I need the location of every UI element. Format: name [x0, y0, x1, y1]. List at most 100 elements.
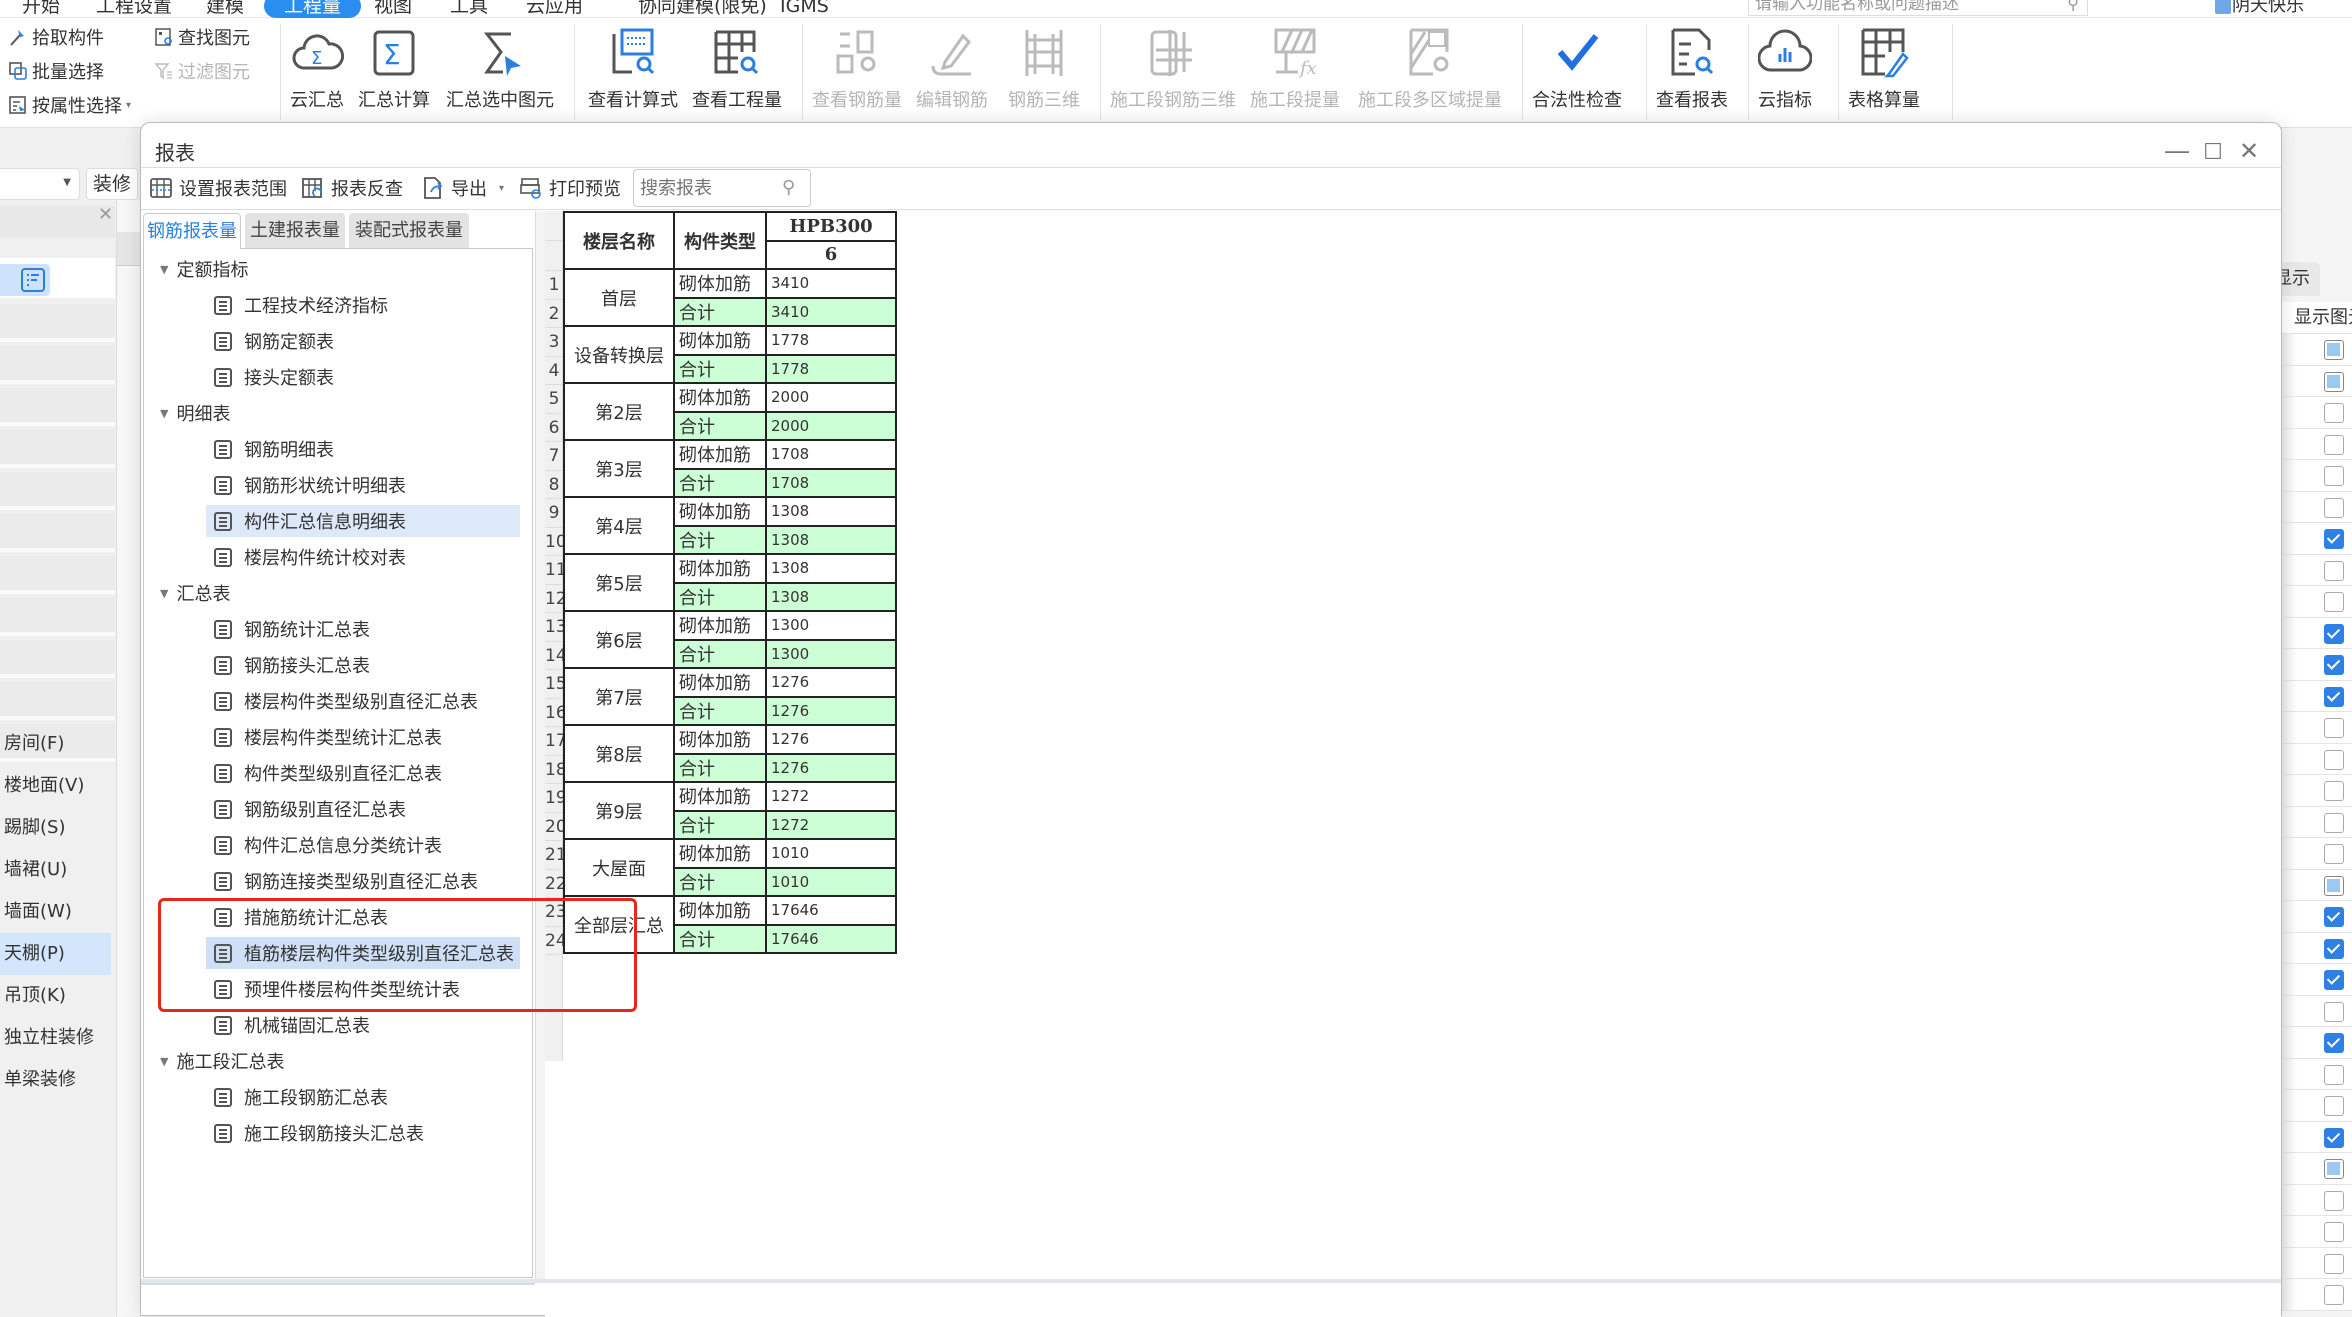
- quantity-cell[interactable]: 1272: [765, 781, 897, 812]
- row-number[interactable]: 5: [545, 385, 563, 414]
- floor-name-cell[interactable]: 首层: [563, 268, 675, 327]
- rebar-3d-button[interactable]: 钢筋三维: [1008, 24, 1080, 120]
- row-number[interactable]: 19: [545, 784, 567, 813]
- display-checkbox[interactable]: [2324, 812, 2344, 833]
- tree-item-report[interactable]: 施工段钢筋汇总表: [206, 1081, 520, 1113]
- display-checkbox[interactable]: [2324, 1159, 2344, 1179]
- component-type-cell[interactable]: 砌体加筋: [673, 439, 767, 470]
- report-view-button[interactable]: 查看报表: [1656, 24, 1728, 120]
- component-type-cell[interactable]: 砌体加筋: [673, 553, 767, 584]
- row-number[interactable]: 11: [545, 556, 567, 585]
- caret-down-icon[interactable]: ▼: [160, 263, 168, 276]
- menu-tab[interactable]: 工程量: [264, 0, 362, 18]
- tree-splitter[interactable]: [535, 211, 545, 1279]
- set-report-range-button[interactable]: 设置报表范围: [149, 169, 287, 207]
- row-number[interactable]: 14: [545, 642, 567, 670]
- sigma-box-button[interactable]: Σ 汇总计算: [358, 24, 430, 120]
- navigation-item[interactable]: 独立柱装修: [4, 1017, 115, 1059]
- navigation-row[interactable]: [0, 556, 115, 594]
- batch-select-button[interactable]: 批量选择: [8, 58, 104, 84]
- display-checkbox[interactable]: [2324, 623, 2344, 644]
- row-number[interactable]: 17: [545, 727, 567, 756]
- quantity-cell[interactable]: 1308: [765, 581, 897, 612]
- check-mark-button[interactable]: 合法性检查: [1532, 24, 1622, 120]
- navigation-item[interactable]: 踢脚(S): [4, 807, 115, 849]
- quantity-cell[interactable]: 1010: [765, 866, 897, 897]
- display-checkbox[interactable]: [2324, 1253, 2344, 1274]
- floor-name-cell[interactable]: 第6层: [563, 610, 675, 669]
- floor-name-cell[interactable]: 第5层: [563, 553, 675, 612]
- navigation-row[interactable]: [0, 388, 115, 426]
- quantity-cell[interactable]: 1300: [765, 638, 897, 669]
- menu-tab[interactable]: 云应用: [526, 0, 583, 18]
- row-number[interactable]: 22: [545, 870, 567, 898]
- display-checkbox[interactable]: [2324, 1190, 2344, 1211]
- row-number[interactable]: 8: [545, 471, 563, 499]
- row-number[interactable]: 21: [545, 841, 567, 870]
- caret-down-icon[interactable]: ▼: [160, 407, 168, 420]
- display-checkbox[interactable]: [2324, 1222, 2344, 1242]
- global-search-input[interactable]: 请输入功能名称或问题描述 ⚲: [1748, 0, 2088, 16]
- component-type-cell[interactable]: 砌体加筋: [673, 667, 767, 698]
- caret-down-icon[interactable]: ▼: [160, 587, 168, 600]
- display-checkbox[interactable]: [2324, 1033, 2344, 1053]
- component-type-cell[interactable]: 砌体加筋: [673, 838, 767, 869]
- quantity-cell[interactable]: 1010: [765, 838, 897, 869]
- display-checkbox[interactable]: [2324, 907, 2344, 927]
- component-type-cell[interactable]: 合计: [673, 866, 767, 897]
- tree-group[interactable]: ▼ 明细表: [160, 397, 230, 429]
- component-type-cell[interactable]: 合计: [673, 296, 767, 327]
- tree-item-report[interactable]: 楼层构件类型级别直径汇总表: [206, 685, 520, 717]
- rebar-view-button[interactable]: 查看钢筋量: [812, 24, 902, 120]
- caret-down-icon[interactable]: ▼: [160, 1055, 168, 1068]
- display-checkbox[interactable]: [2324, 749, 2344, 770]
- navigation-item[interactable]: 吊顶(K): [4, 975, 115, 1017]
- component-type-cell[interactable]: 合计: [673, 467, 767, 498]
- user-name[interactable]: 阴天快乐: [2232, 0, 2304, 18]
- floor-name-cell[interactable]: 大屋面: [563, 838, 675, 897]
- tree-item-report[interactable]: 楼层构件类型统计汇总表: [206, 721, 520, 753]
- quantity-cell[interactable]: 1276: [765, 667, 897, 698]
- display-checkbox[interactable]: [2324, 592, 2344, 612]
- row-number[interactable]: 16: [545, 699, 567, 727]
- display-checkbox[interactable]: [2324, 1285, 2344, 1305]
- floor-name-cell[interactable]: 第9层: [563, 781, 675, 840]
- menu-tab[interactable]: 视图: [374, 0, 412, 18]
- display-checkbox[interactable]: [2324, 497, 2344, 518]
- navigation-item[interactable]: 墙裙(U): [4, 849, 115, 891]
- tree-item-report[interactable]: 构件汇总信息分类统计表: [206, 829, 520, 861]
- cloud-index-button[interactable]: 云指标: [1758, 24, 1812, 120]
- floor-name-cell[interactable]: 第4层: [563, 496, 675, 555]
- navigation-item[interactable]: 楼地面(V): [4, 765, 115, 807]
- quantity-cell[interactable]: 17646: [765, 895, 897, 926]
- component-type-cell[interactable]: 合计: [673, 353, 767, 384]
- select-by-attribute-button[interactable]: 按属性选择 ▾: [8, 92, 131, 118]
- tree-group[interactable]: ▼ 施工段汇总表: [160, 1045, 284, 1077]
- display-tab[interactable]: 显示: [2280, 262, 2320, 296]
- display-checkbox[interactable]: [2324, 970, 2344, 990]
- menu-tab[interactable]: 建模: [206, 0, 244, 18]
- row-number[interactable]: 10: [545, 528, 567, 556]
- minimize-button[interactable]: ―: [2157, 131, 2197, 171]
- table-calc-button[interactable]: 表格算量: [1848, 24, 1920, 120]
- navigation-row[interactable]: [0, 304, 115, 342]
- display-checkbox[interactable]: [2324, 1001, 2344, 1022]
- component-type-cell[interactable]: 合计: [673, 581, 767, 612]
- floor-name-cell[interactable]: 设备转换层: [563, 325, 675, 384]
- quantity-cell[interactable]: 1300: [765, 610, 897, 641]
- navigation-item[interactable]: 墙面(W): [4, 891, 115, 933]
- component-type-cell[interactable]: 砌体加筋: [673, 895, 767, 926]
- display-checkbox[interactable]: [2324, 938, 2344, 959]
- quantity-view-button[interactable]: 查看工程量: [692, 24, 782, 120]
- formula-view-button[interactable]: 查看计算式: [588, 24, 678, 120]
- quantity-cell[interactable]: 17646: [765, 923, 897, 954]
- row-number[interactable]: 2: [545, 300, 563, 328]
- quantity-cell[interactable]: 1708: [765, 439, 897, 470]
- tree-item-report[interactable]: 构件类型级别直径汇总表: [206, 757, 520, 789]
- tree-item-report[interactable]: 钢筋级别直径汇总表: [206, 793, 520, 825]
- rebar-edit-button[interactable]: 编辑钢筋: [916, 24, 988, 120]
- display-checkbox[interactable]: [2324, 434, 2344, 455]
- navigation-row[interactable]: [0, 514, 115, 552]
- component-type-cell[interactable]: 砌体加筋: [673, 724, 767, 755]
- row-number[interactable]: 15: [545, 670, 567, 699]
